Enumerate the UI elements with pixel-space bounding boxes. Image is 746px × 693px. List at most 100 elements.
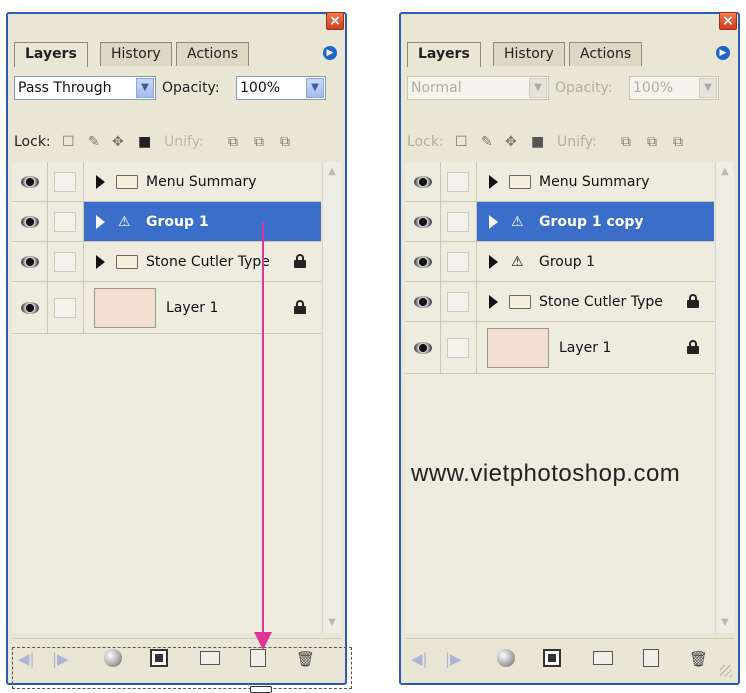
visibility-toggle[interactable] bbox=[12, 202, 48, 241]
layer-name-cell[interactable]: Stone Cutler Type bbox=[84, 242, 321, 281]
layer-row[interactable]: ⚠ Group 1 copy bbox=[405, 202, 714, 242]
unify-position-icon[interactable]: ⧉ bbox=[228, 134, 238, 150]
visibility-toggle[interactable] bbox=[405, 282, 441, 321]
blend-mode-select[interactable]: Pass Through ▼ bbox=[14, 76, 156, 100]
layer-name-cell[interactable]: ⚠ Group 1 bbox=[84, 202, 321, 241]
resize-grip[interactable] bbox=[720, 665, 732, 677]
lock-icon bbox=[687, 293, 699, 308]
layer-mask-icon[interactable] bbox=[150, 649, 168, 667]
lock-pixels-icon[interactable]: ✎ bbox=[88, 134, 100, 150]
watermark-text: www.vietphotoshop.com bbox=[411, 460, 681, 487]
eye-icon bbox=[21, 215, 39, 228]
folder-icon bbox=[509, 294, 531, 309]
layer-style-icon[interactable] bbox=[497, 649, 515, 667]
visibility-toggle[interactable] bbox=[12, 242, 48, 281]
visibility-toggle[interactable] bbox=[405, 162, 441, 201]
tab-history[interactable]: History bbox=[493, 42, 565, 66]
trash-icon[interactable]: 🗑 bbox=[689, 649, 708, 669]
lock-pixels-icon[interactable]: ✎ bbox=[481, 134, 493, 150]
tab-history[interactable]: History bbox=[100, 42, 172, 66]
visibility-toggle[interactable] bbox=[405, 322, 441, 373]
expand-triangle-icon[interactable] bbox=[489, 174, 498, 189]
lock-position-icon[interactable]: ✥ bbox=[112, 134, 124, 150]
layer-row[interactable]: Layer 1 bbox=[12, 282, 321, 334]
layer-name-cell[interactable]: Menu Summary bbox=[84, 162, 321, 201]
visibility-toggle[interactable] bbox=[405, 242, 441, 281]
layer-row[interactable]: ⚠ Group 1 bbox=[12, 202, 321, 242]
layer-row[interactable]: Layer 1 bbox=[405, 322, 714, 374]
new-layer-icon[interactable] bbox=[250, 649, 266, 667]
new-layer-icon[interactable] bbox=[643, 649, 659, 667]
visibility-toggle[interactable] bbox=[405, 202, 441, 241]
expand-triangle-icon[interactable] bbox=[96, 174, 105, 189]
layer-name-cell[interactable]: Layer 1 bbox=[84, 282, 321, 333]
layer-mask-icon[interactable] bbox=[543, 649, 561, 667]
expand-triangle-icon[interactable] bbox=[96, 254, 105, 269]
previous-icon[interactable]: ◀| bbox=[411, 649, 428, 669]
lock-all-icon[interactable]: ■ bbox=[138, 134, 151, 150]
layer-row[interactable]: Stone Cutler Type bbox=[405, 282, 714, 322]
next-icon[interactable]: |▶ bbox=[445, 649, 462, 669]
expand-triangle-icon[interactable] bbox=[489, 214, 498, 229]
link-cell[interactable] bbox=[441, 322, 477, 373]
opacity-field[interactable]: 100% ▼ bbox=[629, 76, 719, 100]
unify-style-icon[interactable]: ⧉ bbox=[673, 134, 683, 150]
lock-position-icon[interactable]: ✥ bbox=[505, 134, 517, 150]
tab-actions[interactable]: Actions bbox=[569, 42, 643, 66]
new-group-icon[interactable] bbox=[593, 651, 613, 665]
folder-icon bbox=[116, 254, 138, 269]
blend-mode-select[interactable]: Normal ▼ bbox=[407, 76, 549, 100]
expand-triangle-icon[interactable] bbox=[489, 294, 498, 309]
trash-icon[interactable]: 🗑 bbox=[296, 649, 315, 669]
new-group-icon[interactable] bbox=[200, 651, 220, 665]
previous-icon[interactable]: ◀| bbox=[18, 649, 35, 669]
unify-style-icon[interactable]: ⧉ bbox=[280, 134, 290, 150]
close-icon[interactable]: × bbox=[326, 12, 344, 30]
layer-name-cell[interactable]: Stone Cutler Type bbox=[477, 282, 714, 321]
tab-layers[interactable]: Layers bbox=[14, 42, 88, 67]
tab-layers[interactable]: Layers bbox=[407, 42, 481, 67]
link-cell[interactable] bbox=[48, 162, 84, 201]
layer-row[interactable]: Stone Cutler Type bbox=[12, 242, 321, 282]
blend-mode-value: Pass Through bbox=[18, 80, 112, 96]
visibility-toggle[interactable] bbox=[12, 162, 48, 201]
link-cell[interactable] bbox=[441, 162, 477, 201]
link-cell[interactable] bbox=[48, 202, 84, 241]
layer-name-cell[interactable]: Menu Summary bbox=[477, 162, 714, 201]
layer-name: Layer 1 bbox=[166, 299, 219, 316]
layer-row[interactable]: Menu Summary bbox=[405, 162, 714, 202]
lock-all-icon[interactable]: ■ bbox=[531, 134, 544, 150]
layers-scrollbar[interactable]: ▲ ▼ bbox=[715, 162, 734, 633]
opacity-field[interactable]: 100% ▼ bbox=[236, 76, 326, 100]
layer-row[interactable]: Menu Summary bbox=[12, 162, 321, 202]
link-cell[interactable] bbox=[441, 282, 477, 321]
tab-actions[interactable]: Actions bbox=[176, 42, 250, 66]
panel-menu-icon[interactable]: ▶ bbox=[323, 46, 337, 60]
layer-style-icon[interactable] bbox=[104, 649, 122, 667]
link-cell[interactable] bbox=[441, 202, 477, 241]
link-cell[interactable] bbox=[48, 242, 84, 281]
layers-scrollbar[interactable]: ▲ ▼ bbox=[322, 162, 341, 633]
next-icon[interactable]: |▶ bbox=[52, 649, 69, 669]
expand-triangle-icon[interactable] bbox=[96, 214, 105, 229]
panel-menu-icon[interactable]: ▶ bbox=[716, 46, 730, 60]
layer-name-cell[interactable]: Layer 1 bbox=[477, 322, 714, 373]
layer-name-cell[interactable]: ⚠ Group 1 copy bbox=[477, 202, 714, 241]
link-cell[interactable] bbox=[48, 282, 84, 333]
layer-row[interactable]: ⚠ Group 1 bbox=[405, 242, 714, 282]
eye-icon bbox=[414, 215, 432, 228]
lock-transparency-icon[interactable]: ☐ bbox=[455, 134, 468, 150]
visibility-toggle[interactable] bbox=[12, 282, 48, 333]
scroll-up-icon[interactable]: ▲ bbox=[717, 164, 733, 180]
unify-visibility-icon[interactable]: ⧉ bbox=[647, 134, 657, 150]
scroll-down-icon[interactable]: ▼ bbox=[324, 615, 340, 631]
scroll-up-icon[interactable]: ▲ bbox=[324, 164, 340, 180]
link-cell[interactable] bbox=[441, 242, 477, 281]
close-icon[interactable]: × bbox=[719, 12, 737, 30]
lock-transparency-icon[interactable]: ☐ bbox=[62, 134, 75, 150]
unify-position-icon[interactable]: ⧉ bbox=[621, 134, 631, 150]
scroll-down-icon[interactable]: ▼ bbox=[717, 615, 733, 631]
expand-triangle-icon[interactable] bbox=[489, 254, 498, 269]
unify-visibility-icon[interactable]: ⧉ bbox=[254, 134, 264, 150]
layer-name-cell[interactable]: ⚠ Group 1 bbox=[477, 242, 714, 281]
